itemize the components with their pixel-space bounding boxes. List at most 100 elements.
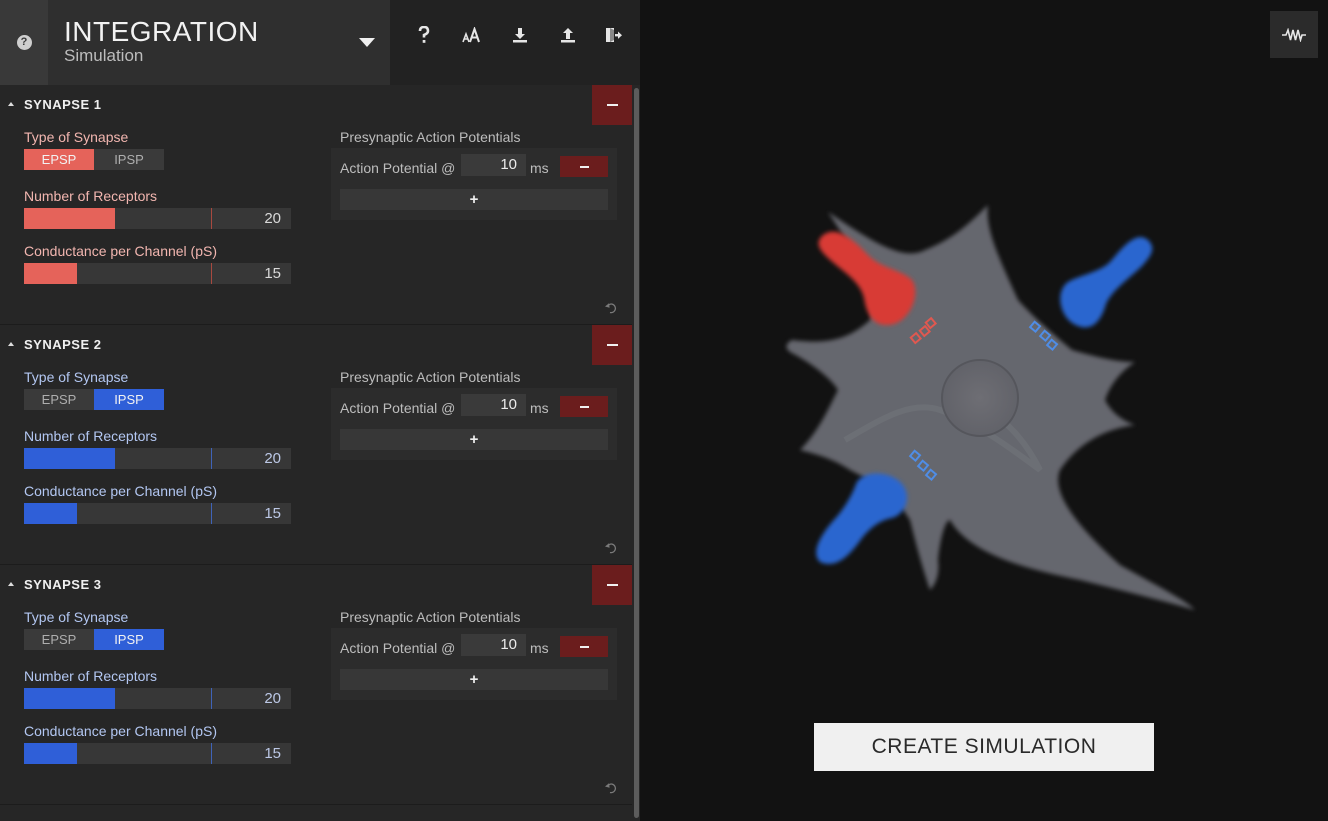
number-of-receptors-label: Number of Receptors [24, 668, 158, 684]
epsp-option[interactable]: EPSP [24, 149, 94, 170]
conductance-value[interactable]: 15 [264, 263, 281, 284]
action-potential-input[interactable]: 10 [461, 634, 526, 656]
ipsp-option[interactable]: IPSP [94, 149, 164, 170]
epsp-option[interactable]: EPSP [24, 629, 94, 650]
collapse-arrow-icon[interactable] [8, 342, 14, 346]
type-of-synapse-label: Type of Synapse [24, 609, 129, 625]
receptors-slider[interactable]: 20 [24, 688, 291, 709]
synapse-title[interactable]: SYNAPSE 3 [24, 577, 101, 592]
trace-view-button[interactable] [1270, 11, 1318, 58]
header: ? INTEGRATION Simulation [0, 0, 640, 85]
epsp-option[interactable]: EPSP [24, 389, 94, 410]
synapse-type-toggle[interactable]: EPSP IPSP [24, 389, 164, 410]
remove-synapse-button[interactable] [592, 85, 632, 125]
remove-action-potential-button[interactable] [560, 156, 608, 177]
simulation-canvas: CREATE SIMULATION [640, 0, 1328, 821]
download-button[interactable] [506, 22, 534, 48]
reset-icon[interactable] [604, 301, 618, 319]
presynaptic-label: Presynaptic Action Potentials [340, 369, 521, 385]
synapse-title[interactable]: SYNAPSE 1 [24, 97, 101, 112]
slider-fill [24, 688, 115, 709]
remove-synapse-button[interactable] [592, 325, 632, 365]
receptors-slider[interactable]: 20 [24, 208, 291, 229]
ms-unit-label: ms [530, 400, 549, 416]
synapse-panel-2: SYNAPSE 2 Type of Synapse EPSP IPSP Numb… [0, 325, 632, 565]
scrollbar[interactable] [632, 85, 640, 821]
create-simulation-button[interactable]: CREATE SIMULATION [814, 723, 1154, 771]
conductance-label: Conductance per Channel (pS) [24, 483, 218, 499]
conductance-label: Conductance per Channel (pS) [24, 723, 218, 739]
conductance-slider[interactable]: 15 [24, 503, 291, 524]
number-of-receptors-label: Number of Receptors [24, 428, 158, 444]
neuron-illustration [786, 205, 1195, 610]
action-potential-label: Action Potential @ [340, 160, 456, 176]
app-subtitle: Simulation [64, 46, 144, 65]
presynaptic-label: Presynaptic Action Potentials [340, 609, 521, 625]
exit-button[interactable] [600, 22, 628, 48]
ipsp-option[interactable]: IPSP [94, 389, 164, 410]
ipsp-option[interactable]: IPSP [94, 629, 164, 650]
type-of-synapse-label: Type of Synapse [24, 129, 129, 145]
minus-icon [606, 104, 618, 106]
minus-icon [579, 645, 589, 648]
inhibitory-terminal-top [1060, 237, 1153, 328]
help-circle-icon: ? [16, 35, 32, 50]
action-potential-list: Action Potential @ 10 ms + [331, 628, 617, 700]
presynaptic-label: Presynaptic Action Potentials [340, 129, 521, 145]
synapse-panel-1: SYNAPSE 1 Type of Synapse EPSP IPSP Numb… [0, 85, 632, 325]
help-button[interactable]: ? [0, 0, 48, 85]
slider-fill [24, 448, 115, 469]
action-potential-input[interactable]: 10 [461, 154, 526, 176]
slider-fill [24, 208, 115, 229]
type-of-synapse-label: Type of Synapse [24, 369, 129, 385]
synapse-title[interactable]: SYNAPSE 2 [24, 337, 101, 352]
question-mark-icon [418, 26, 430, 43]
conductance-value[interactable]: 15 [264, 743, 281, 764]
reset-icon[interactable] [604, 781, 618, 799]
synapse-panel-3: SYNAPSE 3 Type of Synapse EPSP IPSP Numb… [0, 565, 632, 805]
conductance-slider[interactable]: 15 [24, 263, 291, 284]
receptors-value[interactable]: 20 [264, 208, 281, 229]
ms-unit-label: ms [530, 640, 549, 656]
caret-down-icon [359, 38, 375, 47]
synapse-list[interactable]: SYNAPSE 1 Type of Synapse EPSP IPSP Numb… [0, 85, 632, 821]
collapse-arrow-icon[interactable] [8, 102, 14, 106]
remove-synapse-button[interactable] [592, 565, 632, 605]
nucleus [941, 359, 1019, 437]
collapse-arrow-icon[interactable] [8, 582, 14, 586]
reset-icon[interactable] [604, 541, 618, 559]
receptors-slider[interactable]: 20 [24, 448, 291, 469]
control-panel: ? INTEGRATION Simulation SYNAPSE 1 Type … [0, 0, 640, 821]
download-icon [513, 28, 527, 43]
minus-icon [579, 165, 589, 168]
remove-action-potential-button[interactable] [560, 396, 608, 417]
slider-marker [211, 688, 212, 709]
upload-button[interactable] [554, 22, 582, 48]
add-action-potential-button[interactable]: + [340, 669, 608, 690]
synapse-type-toggle[interactable]: EPSP IPSP [24, 629, 164, 650]
slider-marker [211, 208, 212, 229]
receptors-value[interactable]: 20 [264, 448, 281, 469]
action-potential-label: Action Potential @ [340, 640, 456, 656]
slider-marker [211, 448, 212, 469]
inhibitory-terminal-bottom [816, 473, 907, 564]
synapse-type-toggle[interactable]: EPSP IPSP [24, 149, 164, 170]
conductance-label: Conductance per Channel (pS) [24, 243, 218, 259]
exit-icon [606, 28, 622, 42]
slider-fill [24, 743, 77, 764]
scrollbar-thumb[interactable] [634, 88, 639, 818]
waveform-icon [1282, 27, 1306, 42]
font-size-button[interactable] [458, 22, 486, 48]
remove-action-potential-button[interactable] [560, 636, 608, 657]
module-selector[interactable]: INTEGRATION Simulation [48, 0, 390, 85]
font-size-icon [462, 27, 480, 43]
add-action-potential-button[interactable]: + [340, 189, 608, 210]
receptors-value[interactable]: 20 [264, 688, 281, 709]
conductance-slider[interactable]: 15 [24, 743, 291, 764]
upload-icon [561, 28, 575, 43]
slider-fill [24, 503, 77, 524]
add-action-potential-button[interactable]: + [340, 429, 608, 450]
conductance-value[interactable]: 15 [264, 503, 281, 524]
help-question-button[interactable] [410, 22, 438, 48]
action-potential-input[interactable]: 10 [461, 394, 526, 416]
